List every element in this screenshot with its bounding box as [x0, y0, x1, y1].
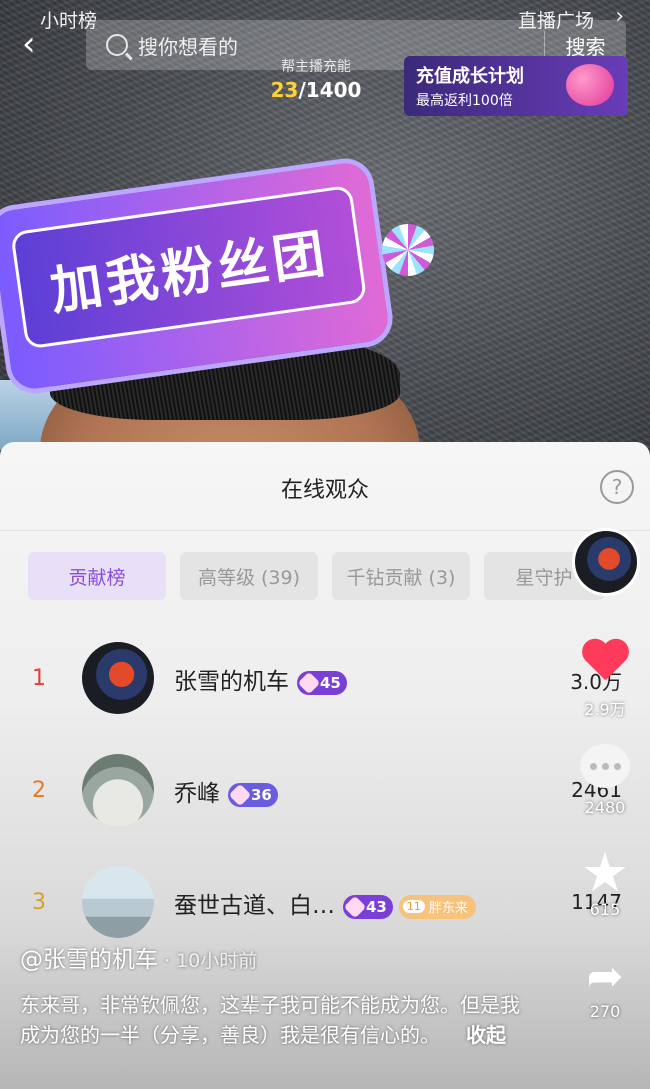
avatar[interactable]	[82, 866, 154, 938]
user-name-text: 乔峰	[174, 781, 220, 807]
share-count: 270	[589, 1002, 621, 1021]
rank-user-name: 张雪的机车 45	[174, 662, 347, 696]
level-value: 43	[366, 897, 387, 916]
boost-count: 23/1400	[262, 78, 370, 102]
tab-contribution[interactable]: 贡献榜	[28, 552, 166, 600]
rank-number: 2	[32, 778, 46, 803]
author-name[interactable]: @张雪的机车	[20, 947, 158, 973]
avatar[interactable]	[82, 642, 154, 714]
rank-user-name: 蚕世古道、白… 43 11 胖东来	[174, 886, 476, 920]
user-name-text: 张雪的机车	[174, 669, 289, 695]
level-value: 36	[251, 785, 272, 804]
comment-action[interactable]: 2480	[570, 744, 640, 817]
disco-ball-icon	[382, 224, 434, 276]
level-badge: 45	[297, 670, 347, 695]
avatar[interactable]	[82, 754, 154, 826]
boost-title: 帮主播充能	[281, 59, 351, 75]
rank-row[interactable]: 1 张雪的机车 45 3.0万	[0, 642, 650, 722]
fan-club-badge: 11 胖东来	[398, 894, 476, 919]
divider	[0, 530, 650, 531]
comment-icon	[580, 744, 630, 788]
fan-club-name: 胖东来	[428, 901, 468, 916]
level-gem-icon	[228, 783, 252, 806]
level-gem-icon	[343, 895, 367, 918]
like-action[interactable]: 2.9万	[570, 640, 640, 720]
boost-total: /1400	[298, 78, 362, 102]
level-value: 45	[320, 673, 341, 692]
panel-title: 在线观众	[280, 478, 369, 503]
favorite-action[interactable]: ★ 615	[570, 841, 640, 920]
search-icon	[106, 34, 128, 56]
piggy-bank-icon	[566, 64, 614, 106]
fan-club-sticker-text: 加我粉丝团	[46, 223, 333, 322]
rank-number: 1	[32, 666, 46, 691]
post-time: · 10小时前	[164, 950, 258, 972]
rank-user-name: 乔峰 36	[174, 774, 278, 808]
boost-widget[interactable]: 帮主播充能 23/1400	[262, 56, 370, 102]
back-button[interactable]: ‹	[22, 26, 52, 62]
fan-level: 11	[402, 900, 425, 913]
level-gem-icon	[297, 671, 321, 694]
post-author[interactable]: @张雪的机车 · 10小时前	[20, 940, 257, 974]
post-caption: 东来哥，非常钦佩您，这辈子我可能不能成为您。但是我成为您的一半（分享，善良）我是…	[20, 990, 520, 1050]
rank-number: 3	[32, 890, 46, 915]
comment-count: 2480	[584, 798, 626, 817]
help-icon[interactable]: ?	[600, 470, 634, 504]
share-action[interactable]: ➦ 270	[570, 951, 640, 1022]
caption-text: 东来哥，非常钦佩您，这辈子我可能不能成为您。但是我成为您的一半（分享，善良）我是…	[20, 993, 520, 1047]
user-name-text: 蚕世古道、白…	[174, 893, 335, 919]
tab-diamond-contribution[interactable]: 千钻贡献 (3)	[332, 552, 470, 600]
tab-high-level[interactable]: 高等级 (39)	[180, 552, 318, 600]
boost-current: 23	[270, 78, 299, 102]
rank-row[interactable]: 2 乔峰 36 2461	[0, 754, 650, 834]
panel-tabs: 贡献榜 高等级 (39) 千钻贡献 (3) 星守护	[28, 552, 604, 600]
recharge-banner[interactable]: 充值成长计划 最高返利100倍	[404, 56, 628, 116]
heart-icon	[580, 640, 630, 686]
level-badge: 43	[343, 894, 393, 919]
streamer-avatar[interactable]	[572, 528, 640, 596]
like-count: 2.9万	[584, 700, 626, 719]
fan-club-sticker-inner: 加我粉丝团	[10, 184, 368, 350]
level-badge: 36	[228, 782, 278, 807]
share-icon: ➦	[586, 951, 624, 1002]
rank-row[interactable]: 3 蚕世古道、白… 43 11 胖东来 1147	[0, 866, 650, 946]
collapse-button[interactable]: 收起	[466, 1023, 506, 1047]
star-icon: ★	[580, 841, 630, 904]
